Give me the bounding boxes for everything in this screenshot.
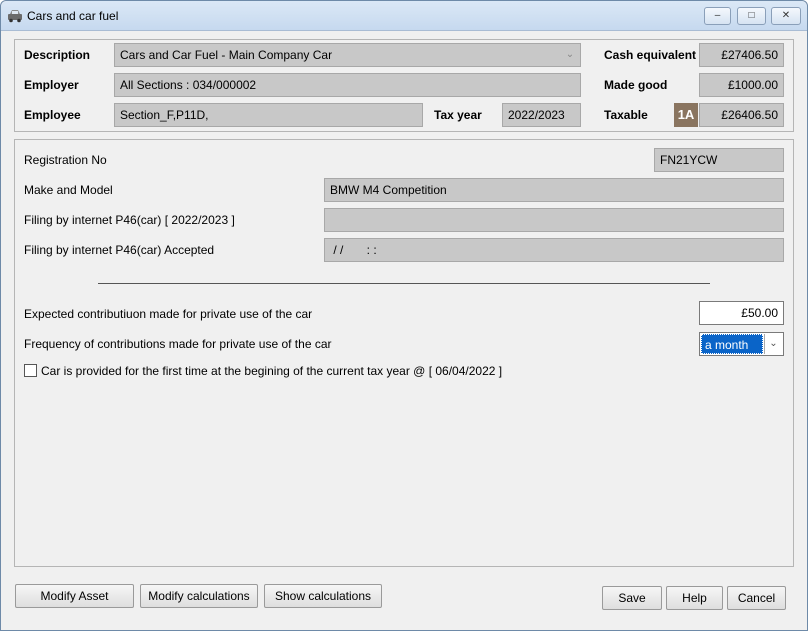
chevron-down-icon: ⌄: [565, 49, 575, 60]
details-panel: [14, 139, 794, 567]
cash-equivalent-label: Cash equivalent: [604, 48, 697, 62]
employer-field: All Sections : 034/000002: [114, 73, 581, 97]
filing-accepted-field: / / : :: [324, 238, 784, 262]
made-good-field: £1000.00: [699, 73, 784, 97]
first-time-label: Car is provided for the first time at th…: [41, 364, 503, 378]
filing-label: Filing by internet P46(car) [ 2022/2023 …: [24, 213, 235, 227]
taxable-category-badge: 1A: [674, 103, 698, 127]
maximize-button[interactable]: □: [737, 7, 766, 25]
registration-field[interactable]: FN21YCW: [654, 148, 784, 172]
taxable-label: Taxable: [604, 108, 648, 122]
description-label: Description: [24, 48, 91, 62]
show-calculations-button[interactable]: Show calculations: [264, 584, 382, 608]
cars-and-car-fuel-window: Cars and car fuel – □ ✕ Description Cars…: [0, 0, 808, 631]
window-title: Cars and car fuel: [27, 9, 119, 23]
chevron-down-icon[interactable]: ⌄: [764, 334, 782, 354]
employer-label: Employer: [24, 78, 79, 92]
filing-accepted-label: Filing by internet P46(car) Accepted: [24, 243, 215, 257]
registration-label: Registration No: [24, 153, 107, 167]
help-button[interactable]: Help: [666, 586, 723, 610]
filing-field: [324, 208, 784, 232]
title-bar: Cars and car fuel – □ ✕: [1, 1, 807, 31]
tax-year-label: Tax year: [434, 108, 482, 122]
minimize-button[interactable]: –: [704, 7, 731, 25]
frequency-selected-value: a month: [701, 334, 763, 354]
cash-equivalent-field: £27406.50: [699, 43, 784, 67]
contribution-input[interactable]: £50.00: [699, 301, 784, 325]
description-value: Cars and Car Fuel - Main Company Car: [120, 48, 333, 62]
description-dropdown[interactable]: Cars and Car Fuel - Main Company Car ⌄: [114, 43, 581, 67]
employee-label: Employee: [24, 108, 81, 122]
employee-field: Section_F,P11D,: [114, 103, 423, 127]
made-good-label: Made good: [604, 78, 668, 92]
section-divider: [98, 283, 710, 284]
tax-year-field: 2022/2023: [502, 103, 581, 127]
make-model-field[interactable]: BMW M4 Competition: [324, 178, 784, 202]
contribution-label: Expected contributiuon made for private …: [24, 307, 313, 321]
make-model-label: Make and Model: [24, 183, 113, 197]
cancel-button[interactable]: Cancel: [727, 586, 786, 610]
frequency-label: Frequency of contributions made for priv…: [24, 337, 332, 351]
taxable-field: £26406.50: [699, 103, 784, 127]
car-icon: [7, 9, 23, 23]
first-time-checkbox[interactable]: [24, 364, 37, 377]
modify-asset-button[interactable]: Modify Asset: [15, 584, 134, 608]
close-button[interactable]: ✕: [771, 7, 801, 25]
save-button[interactable]: Save: [602, 586, 662, 610]
modify-calculations-button[interactable]: Modify calculations: [140, 584, 258, 608]
frequency-select[interactable]: a month ⌄: [699, 332, 784, 356]
